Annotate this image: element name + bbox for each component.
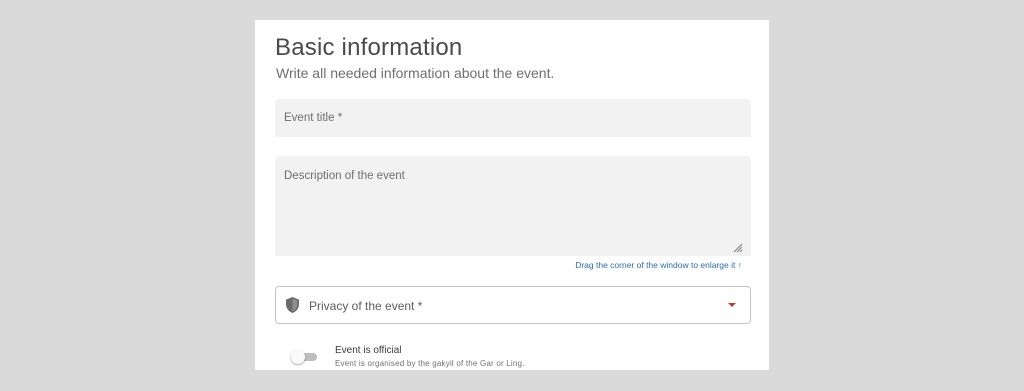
chevron-down-icon[interactable] — [728, 303, 736, 307]
basic-information-card: Basic information Write all needed infor… — [255, 20, 769, 370]
official-toggle-description: Event is organised by the gakyil of the … — [335, 359, 525, 368]
resize-hint: Drag the corner of the window to enlarge… — [575, 260, 742, 270]
toggle-thumb — [291, 350, 305, 364]
shield-icon — [286, 297, 299, 313]
event-description-field[interactable]: Description of the event — [275, 156, 751, 256]
privacy-select[interactable]: Privacy of the event * — [275, 286, 751, 324]
section-subtitle: Write all needed information about the e… — [276, 65, 555, 81]
privacy-select-label: Privacy of the event * — [309, 299, 423, 313]
official-toggle[interactable] — [291, 350, 317, 364]
official-toggle-label: Event is official — [335, 345, 402, 356]
event-description-label: Description of the event — [284, 170, 405, 182]
resize-grip-icon[interactable] — [732, 242, 743, 253]
event-title-field[interactable]: Event title * — [275, 99, 751, 137]
event-title-label: Event title * — [284, 112, 343, 124]
section-title: Basic information — [275, 34, 463, 61]
